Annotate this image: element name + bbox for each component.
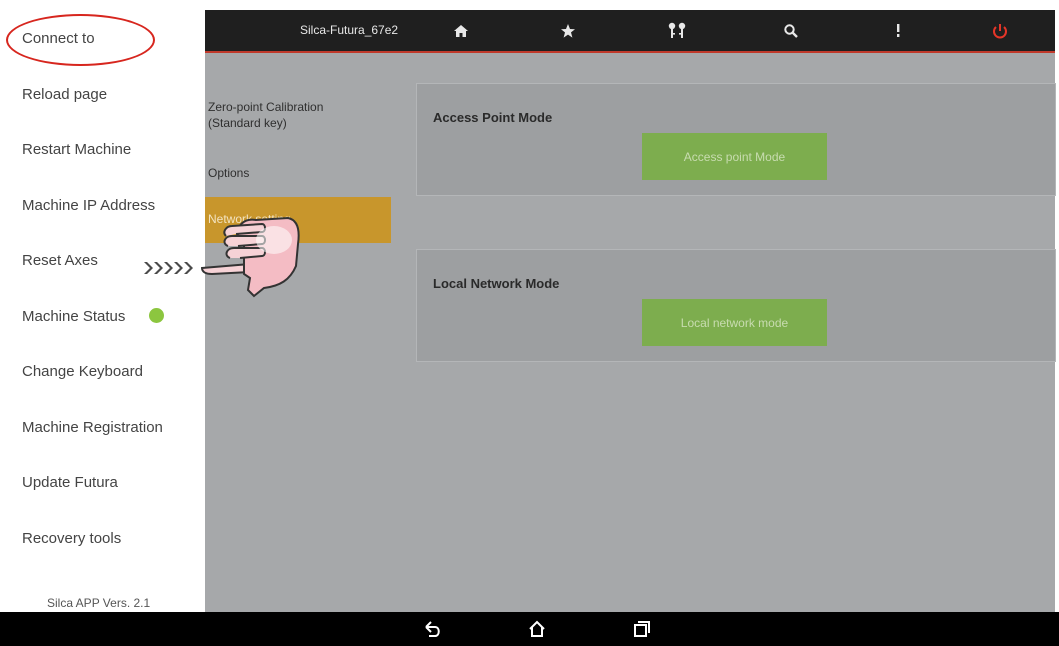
drawer-item-machine-registration[interactable]: Machine Registration [22, 419, 163, 436]
back-icon[interactable] [418, 616, 446, 642]
local-network-title: Local Network Mode [433, 276, 560, 291]
more-vert-icon[interactable] [885, 18, 911, 44]
navigation-drawer: Connect to Reload page Restart Machine M… [0, 0, 205, 612]
submenu-item-zero-point-calibration[interactable]: Zero-point Calibration (Standard key) [205, 99, 391, 131]
drawer-item-machine-ip-address[interactable]: Machine IP Address [22, 197, 155, 214]
drawer-item-restart-machine[interactable]: Restart Machine [22, 141, 131, 158]
device-name: Silca-Futura_67e2 [300, 23, 399, 37]
keys-icon[interactable] [664, 18, 690, 44]
local-network-panel: Local Network Mode Local network mode [416, 249, 1056, 362]
recents-icon[interactable] [628, 616, 656, 642]
drawer-item-machine-status[interactable]: Machine Status [22, 308, 165, 325]
status-indicator-dot [149, 308, 165, 323]
power-icon[interactable] [987, 18, 1013, 44]
app-toolbar: Silca-Futura_67e2 [205, 10, 1055, 53]
access-point-mode-button[interactable]: Access point Mode [642, 133, 827, 180]
drawer-item-reset-axes[interactable]: Reset Axes [22, 252, 98, 269]
drawer-item-change-keyboard[interactable]: Change Keyboard [22, 363, 143, 380]
access-point-panel: Access Point Mode Access point Mode [416, 83, 1056, 196]
drawer-item-reload-page[interactable]: Reload page [22, 86, 107, 103]
main-content: Zero-point Calibration (Standard key) Op… [205, 53, 1056, 612]
drawer-item-connect-to[interactable]: Connect to [22, 30, 95, 47]
machine-status-label: Machine Status [22, 308, 126, 325]
drawer-item-update-futura[interactable]: Update Futura [22, 474, 118, 491]
pointing-hand-icon [144, 216, 300, 298]
search-icon[interactable] [778, 18, 804, 44]
submenu-item-options[interactable]: Options [205, 165, 391, 181]
star-icon[interactable] [555, 18, 581, 44]
app-version: Silca APP Vers. 2.1 [47, 596, 151, 610]
home-icon[interactable] [448, 18, 474, 44]
system-nav-bar [0, 612, 1059, 646]
local-network-mode-button[interactable]: Local network mode [642, 299, 827, 346]
drawer-item-recovery-tools[interactable]: Recovery tools [22, 530, 121, 547]
access-point-title: Access Point Mode [433, 110, 553, 125]
home-nav-icon[interactable] [523, 616, 551, 642]
